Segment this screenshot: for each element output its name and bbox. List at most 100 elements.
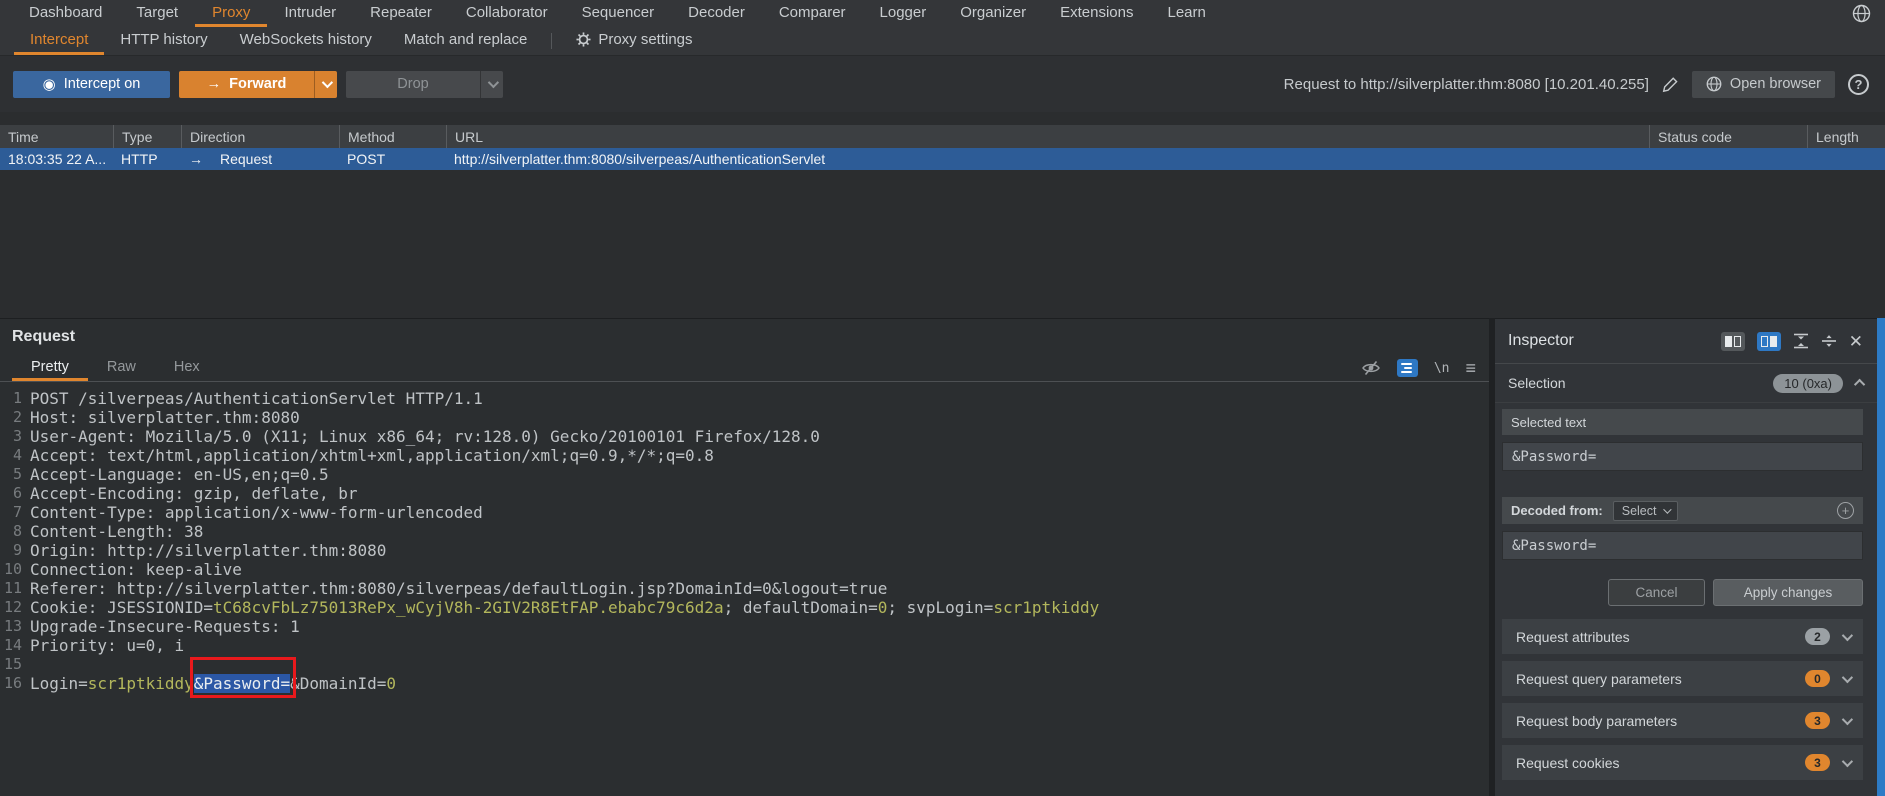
menu-item-target[interactable]: Target — [119, 0, 195, 27]
editor-tab-raw[interactable]: Raw — [88, 355, 155, 381]
cancel-button[interactable]: Cancel — [1608, 579, 1705, 606]
editor-tab-hex[interactable]: Hex — [155, 355, 219, 381]
line-number: 13 — [0, 617, 22, 636]
plain-text: Login= — [30, 674, 88, 693]
param-value: 0 — [878, 598, 888, 617]
show-newlines-icon[interactable]: \n — [1434, 361, 1450, 376]
subtab-http-history[interactable]: HTTP history — [104, 27, 223, 55]
collapse-all-icon[interactable] — [1821, 333, 1837, 349]
line-number: 1 — [0, 389, 22, 408]
inspector-section-request-attributes[interactable]: Request attributes2 — [1502, 619, 1863, 654]
inspector-body: Selected text &Password= Decoded from: S… — [1495, 403, 1885, 780]
subtab-label: HTTP history — [120, 31, 207, 48]
intercept-toggle-label: Intercept on — [64, 76, 141, 92]
column-header-direction[interactable]: Direction — [181, 125, 339, 148]
edit-target-pencil-icon[interactable] — [1662, 76, 1679, 93]
line-number: 6 — [0, 484, 22, 503]
param-value: scr1ptkiddy — [88, 674, 194, 693]
syntax-highlight-toggle-icon[interactable] — [1397, 359, 1418, 377]
globe-icon[interactable] — [1852, 4, 1871, 23]
forward-button[interactable]: → Forward — [179, 71, 337, 98]
row-cell-url: http://silverplatter.thm:8080/silverpeas… — [446, 148, 1649, 170]
expand-all-icon[interactable] — [1793, 333, 1809, 349]
menu-item-logger[interactable]: Logger — [863, 0, 944, 27]
selected-text-wrap: &Password= — [194, 674, 290, 693]
dock-left-toggle-icon[interactable] — [1721, 332, 1745, 351]
line-content: Upgrade-Insecure-Requests: 1 — [30, 617, 300, 636]
menu-item-organizer[interactable]: Organizer — [943, 0, 1043, 27]
selected-text-value-box[interactable]: &Password= — [1502, 442, 1863, 471]
menu-item-intruder[interactable]: Intruder — [267, 0, 353, 27]
menu-item-dashboard[interactable]: Dashboard — [12, 0, 119, 27]
decoded-from-select[interactable]: Select — [1613, 501, 1679, 521]
request-line: 3User-Agent: Mozilla/5.0 (X11; Linux x86… — [0, 427, 1489, 446]
drop-dropdown-button[interactable] — [480, 71, 503, 98]
menu-item-repeater[interactable]: Repeater — [353, 0, 449, 27]
column-header-status-code[interactable]: Status code — [1649, 125, 1807, 148]
menu-item-decoder[interactable]: Decoder — [671, 0, 762, 27]
selection-label: Selection — [1508, 375, 1566, 391]
inspector-scrollbar[interactable] — [1877, 318, 1885, 796]
plain-text: &DomainId= — [290, 674, 386, 693]
open-browser-button[interactable]: Open browser — [1692, 71, 1835, 98]
menu-item-collaborator[interactable]: Collaborator — [449, 0, 565, 27]
direction-label: Request — [220, 151, 272, 167]
inspector-section-request-query-parameters[interactable]: Request query parameters0 — [1502, 661, 1863, 696]
line-number: 8 — [0, 522, 22, 541]
main-menubar: DashboardTargetProxyIntruderRepeaterColl… — [0, 0, 1885, 27]
plain-text: Content-Length: 38 — [30, 522, 203, 541]
editor-menu-icon[interactable]: ≡ — [1465, 359, 1476, 377]
drop-button[interactable]: Drop — [346, 71, 503, 98]
request-target-label: Request to http://silverplatter.thm:8080… — [1284, 76, 1649, 93]
column-header-method[interactable]: Method — [339, 125, 446, 148]
line-number: 2 — [0, 408, 22, 427]
line-content: Accept: text/html,application/xhtml+xml,… — [30, 446, 714, 465]
column-header-length[interactable]: Length — [1807, 125, 1885, 148]
line-number: 3 — [0, 427, 22, 446]
selected-text-span[interactable]: &Password= — [194, 674, 290, 693]
intercept-table-header[interactable]: TimeTypeDirectionMethodURLStatus codeLen… — [0, 125, 1885, 148]
subtab-match-and-replace[interactable]: Match and replace — [388, 27, 543, 55]
hide-selection-eye-icon[interactable] — [1361, 360, 1381, 376]
line-number: 16 — [0, 674, 22, 693]
add-decoder-icon[interactable]: + — [1837, 502, 1854, 519]
column-header-time[interactable]: Time — [0, 125, 113, 148]
intercept-eye-icon: ◉ — [43, 75, 56, 93]
intercepted-request-row[interactable]: 18:03:35 22 A...HTTP→RequestPOSThttp://s… — [0, 148, 1885, 170]
selection-section-header[interactable]: Selection 10 (0xa) — [1495, 364, 1885, 403]
forward-arrow-icon: → — [207, 76, 222, 92]
subtab-intercept[interactable]: Intercept — [14, 27, 104, 55]
chevron-down-icon — [1842, 713, 1853, 724]
apply-changes-button[interactable]: Apply changes — [1713, 579, 1863, 606]
column-header-url[interactable]: URL — [446, 125, 1649, 148]
editor-tab-pretty[interactable]: Pretty — [12, 355, 88, 381]
selected-text-label: Selected text — [1511, 415, 1586, 430]
request-editor-tabbar: PrettyRawHex \n ≡ — [0, 355, 1489, 382]
inspector-section-request-cookies[interactable]: Request cookies3 — [1502, 745, 1863, 780]
request-editor-content[interactable]: 1POST /silverpeas/AuthenticationServlet … — [0, 383, 1489, 796]
section-label: Request attributes — [1516, 629, 1630, 645]
close-inspector-icon[interactable]: ✕ — [1849, 333, 1863, 350]
request-panel-title: Request — [12, 328, 75, 346]
chevron-down-icon — [1842, 671, 1853, 682]
menu-item-learn[interactable]: Learn — [1150, 0, 1222, 27]
subtab-proxy-settings[interactable]: Proxy settings — [560, 27, 708, 55]
column-header-type[interactable]: Type — [113, 125, 181, 148]
menu-item-proxy[interactable]: Proxy — [195, 0, 267, 27]
line-content: Accept-Encoding: gzip, deflate, br — [30, 484, 358, 503]
subtab-websockets-history[interactable]: WebSockets history — [224, 27, 388, 55]
row-cell-status-code — [1649, 148, 1807, 170]
decoded-value-box[interactable]: &Password= — [1502, 531, 1863, 560]
intercept-toggle-button[interactable]: ◉ Intercept on — [13, 71, 170, 98]
subtab-separator — [551, 33, 552, 49]
param-value: tC68cvFbLz75013RePx_wCyjV8h-2GIV2R8EtFAP… — [213, 598, 724, 617]
menu-item-extensions[interactable]: Extensions — [1043, 0, 1150, 27]
inspector-panel: Inspector — [1495, 318, 1885, 796]
menu-item-comparer[interactable]: Comparer — [762, 0, 863, 27]
drop-label: Drop — [397, 76, 428, 92]
menu-item-sequencer[interactable]: Sequencer — [565, 0, 672, 27]
inspector-section-request-body-parameters[interactable]: Request body parameters3 — [1502, 703, 1863, 738]
help-button[interactable]: ? — [1848, 74, 1869, 95]
dock-right-toggle-icon[interactable] — [1757, 332, 1781, 351]
forward-dropdown-button[interactable] — [314, 71, 337, 98]
